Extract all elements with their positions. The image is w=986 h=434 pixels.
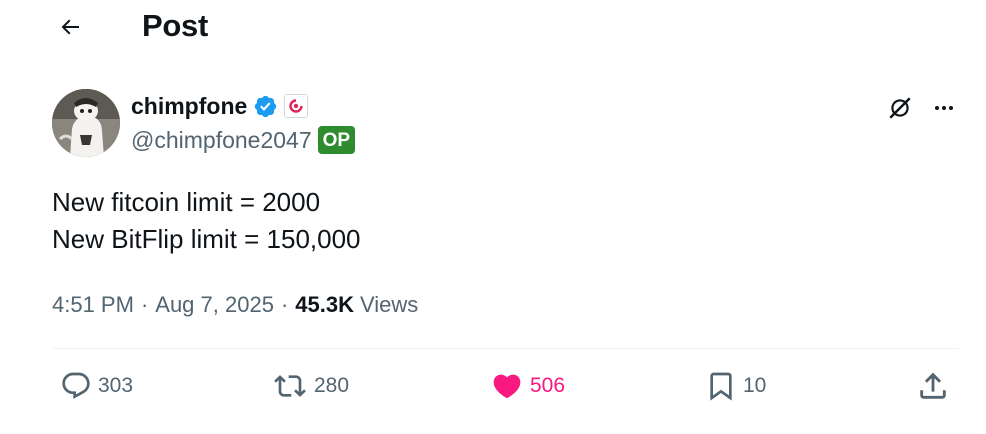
post-header: Post [0, 0, 986, 58]
post-time[interactable]: 4:51 PM [52, 292, 134, 318]
avatar[interactable] [52, 89, 120, 157]
divider [52, 348, 958, 349]
bookmark-icon [705, 370, 737, 402]
heart-filled-icon [490, 370, 524, 402]
like-count: 506 [530, 374, 566, 397]
meta-separator: · [280, 292, 289, 317]
affiliate-badge-icon[interactable] [284, 94, 309, 118]
author-handle-row: @chimpfone2047 OP [131, 122, 356, 158]
verified-badge-icon[interactable] [253, 94, 278, 119]
share-icon [916, 369, 950, 403]
author-display-name[interactable]: chimpfone [131, 93, 247, 120]
reply-count: 303 [98, 374, 134, 397]
page-title: Post [142, 8, 208, 43]
post-line: New BitFlip limit = 150,000 [52, 224, 361, 254]
post-text: New fitcoin limit = 2000 New BitFlip lim… [52, 184, 361, 258]
like-button[interactable]: 506 [490, 366, 565, 406]
post-line: New fitcoin limit = 2000 [52, 187, 321, 217]
repost-icon [272, 370, 308, 402]
views-label: Views [359, 292, 419, 317]
bookmark-count: 10 [743, 374, 767, 397]
repost-count: 280 [314, 374, 350, 397]
reply-icon [60, 370, 92, 402]
repost-button[interactable]: 280 [272, 366, 349, 406]
post-date[interactable]: Aug 7, 2025 [155, 292, 274, 318]
grok-icon[interactable] [884, 92, 916, 124]
arrow-left-icon [58, 15, 82, 44]
more-options-icon[interactable] [928, 92, 960, 124]
meta-separator: · [140, 292, 149, 317]
bookmark-button[interactable]: 10 [705, 366, 766, 406]
share-button[interactable] [916, 366, 950, 406]
post-meta: 4:51 PM · Aug 7, 2025 · 45.3K Views [52, 289, 418, 321]
author-handle[interactable]: @chimpfone2047 [131, 127, 312, 154]
author-name-row: chimpfone [131, 89, 309, 123]
views-count: 45.3K [295, 292, 354, 317]
reply-button[interactable]: 303 [60, 366, 133, 406]
back-button[interactable] [50, 10, 90, 48]
op-badge: OP [317, 125, 356, 155]
